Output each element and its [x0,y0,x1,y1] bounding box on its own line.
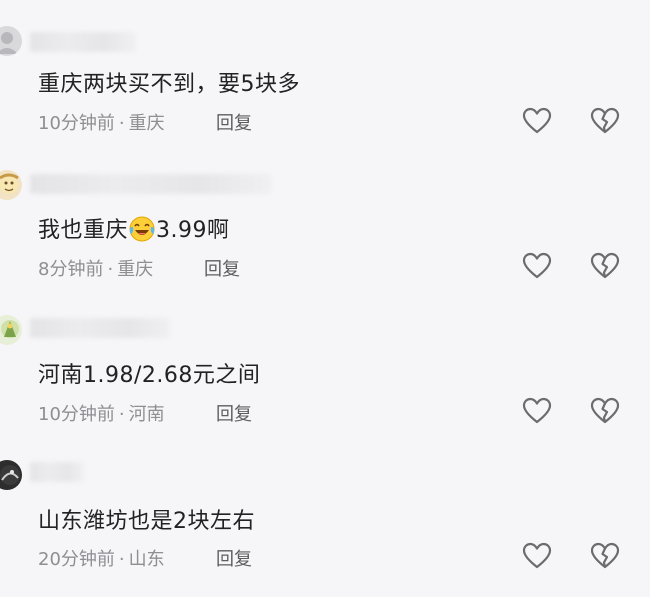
meta-separator: · [118,549,125,570]
dislike-broken-heart-icon[interactable] [590,541,620,571]
comment-item: 山东潍坊也是2块左右 20分钟前 · 山东 回复 [0,0,650,570]
laughing-crying-emoji-icon [129,216,155,242]
comment-location: 山东 [128,549,165,570]
username-blurred[interactable] [30,462,84,482]
avatar[interactable] [0,315,22,345]
comment-text: 河南1.98/2.68元之间 [38,363,261,388]
like-heart-icon[interactable] [522,396,552,426]
dislike-broken-heart-icon[interactable] [590,251,620,281]
comment-text-part: 3.99啊 [156,218,230,243]
dislike-broken-heart-icon[interactable] [590,396,620,426]
comment-location: 重庆 [117,259,154,280]
reply-button[interactable]: 回复 [204,255,240,281]
comment-text: 我也重庆 3.99啊 [38,212,230,244]
comment-text: 山东潍坊也是2块左右 [38,509,255,534]
meta-separator: · [118,404,125,425]
meta-separator: · [107,259,114,280]
like-heart-icon[interactable] [522,251,552,281]
comment-meta: 8分钟前 · 重庆 [38,255,153,281]
avatar[interactable] [0,460,22,490]
comment-meta: 10分钟前 · 河南 [38,400,165,426]
comment-location: 河南 [128,404,165,425]
reply-button[interactable]: 回复 [216,400,252,426]
comment-time: 20分钟前 [38,549,115,570]
username-blurred[interactable] [30,318,170,338]
avatar[interactable] [0,170,22,200]
like-heart-icon[interactable] [522,541,552,571]
reply-button[interactable]: 回复 [216,545,252,571]
comment-time: 8分钟前 [38,259,104,280]
comment-text-part: 我也重庆 [38,218,129,243]
comment-meta: 20分钟前 · 山东 [38,545,165,571]
comment-time: 10分钟前 [38,404,115,425]
username-blurred[interactable] [30,174,272,194]
